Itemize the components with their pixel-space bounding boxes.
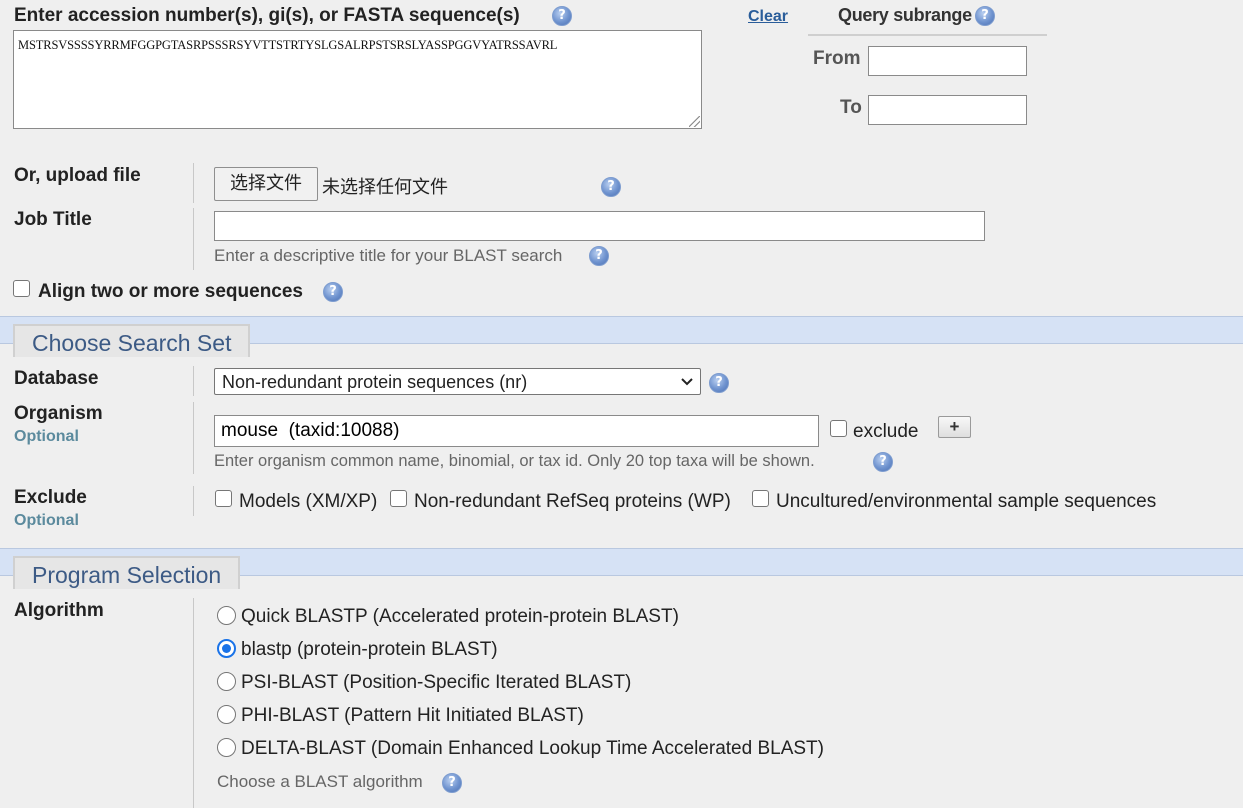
align-two-checkbox[interactable] (13, 280, 30, 297)
algorithm-option-label[interactable]: DELTA-BLAST (Domain Enhanced Lookup Time… (241, 738, 824, 760)
algorithm-option-label[interactable]: PSI-BLAST (Position-Specific Iterated BL… (241, 672, 631, 694)
organism-label: Organism (14, 403, 103, 424)
subrange-title: Query subrange (838, 5, 972, 25)
algorithm-desc: (Accelerated protein-protein BLAST) (372, 606, 679, 627)
algorithm-desc: (Position-Specific Iterated BLAST) (343, 672, 632, 693)
from-input[interactable] (868, 46, 1027, 76)
to-input[interactable] (868, 95, 1027, 125)
algorithm-name: blastp (241, 639, 292, 660)
help-icon[interactable]: ? (873, 452, 893, 472)
from-label: From (813, 48, 861, 69)
divider (193, 486, 194, 516)
algorithm-label: Algorithm (14, 600, 104, 621)
choose-file-button[interactable]: 选择文件 (214, 167, 318, 201)
radio-psi-blast[interactable] (217, 672, 236, 691)
help-icon[interactable]: ? (552, 6, 572, 26)
job-title-label: Job Title (14, 209, 92, 230)
exclude-organism-checkbox[interactable] (830, 420, 847, 437)
to-label: To (840, 97, 862, 118)
help-icon[interactable]: ? (442, 773, 462, 793)
job-title-hint: Enter a descriptive title for your BLAST… (214, 246, 563, 265)
no-file-chosen-text: 未选择任何文件 (322, 177, 448, 198)
clear-link[interactable]: Clear (748, 8, 788, 26)
add-organism-button[interactable]: + (938, 416, 971, 438)
sequence-text: MSTRSVSSSSYRRMFGGPGTASRPSSSRSYVTTSTRTYSL… (18, 38, 558, 52)
exclude-uncultured-label[interactable]: Uncultured/environmental sample sequence… (776, 491, 1156, 513)
algorithm-name: PHI-BLAST (241, 705, 339, 726)
radio-delta-blast[interactable] (217, 738, 236, 757)
help-icon[interactable]: ? (975, 6, 995, 26)
align-two-label[interactable]: Align two or more sequences (38, 281, 303, 303)
organism-hint: Enter organism common name, binomial, or… (214, 452, 815, 470)
algorithm-name: PSI-BLAST (241, 672, 338, 693)
algorithm-option-label[interactable]: PHI-BLAST (Pattern Hit Initiated BLAST) (241, 705, 584, 727)
exclude-refseq-label[interactable]: Non-redundant RefSeq proteins (WP) (414, 491, 731, 513)
upload-label: Or, upload file (14, 165, 141, 186)
algorithm-desc: (protein-protein BLAST) (296, 639, 498, 660)
search-set-heading: Choose Search Set (13, 324, 251, 357)
database-label: Database (14, 368, 99, 389)
algorithm-desc: (Domain Enhanced Lookup Time Accelerated… (370, 738, 824, 759)
radio-blastp[interactable] (217, 639, 236, 658)
subrange-panel: Query subrange ? (808, 0, 1047, 36)
query-label: Enter accession number(s), gi(s), or FAS… (14, 5, 520, 26)
resize-handle-icon[interactable] (689, 116, 700, 127)
exclude-models-label[interactable]: Models (XM/XP) (239, 491, 377, 513)
divider (193, 366, 194, 396)
algorithm-hint: Choose a BLAST algorithm (217, 772, 423, 791)
exclude-organism-label[interactable]: exclude (853, 421, 919, 443)
algorithm-option-label[interactable]: blastp (protein-protein BLAST) (241, 639, 498, 661)
exclude-models-checkbox[interactable] (215, 490, 232, 507)
algorithm-desc: (Pattern Hit Initiated BLAST) (344, 705, 584, 726)
divider (193, 598, 194, 808)
chevron-down-icon (681, 378, 693, 386)
exclude-label: Exclude (14, 487, 87, 508)
radio-phi-blast[interactable] (217, 705, 236, 724)
sequence-textarea[interactable]: MSTRSVSSSSYRRMFGGPGTASRPSSSRSYVTTSTRTYSL… (13, 30, 702, 129)
divider (193, 208, 194, 270)
algorithm-name: DELTA-BLAST (241, 738, 366, 759)
program-selection-heading: Program Selection (13, 556, 241, 589)
exclude-optional: Optional (14, 512, 79, 529)
radio-quick-blastp[interactable] (217, 606, 236, 625)
database-select[interactable]: Non-redundant protein sequences (nr) (214, 368, 701, 395)
organism-optional: Optional (14, 428, 79, 445)
divider (193, 402, 194, 474)
help-icon[interactable]: ? (709, 373, 729, 393)
exclude-refseq-checkbox[interactable] (390, 490, 407, 507)
help-icon[interactable]: ? (589, 246, 609, 266)
help-icon[interactable]: ? (601, 177, 621, 197)
help-icon[interactable]: ? (323, 282, 343, 302)
algorithm-option-label[interactable]: Quick BLASTP (Accelerated protein-protei… (241, 606, 679, 628)
algorithm-name: Quick BLASTP (241, 606, 368, 627)
divider (193, 163, 194, 203)
job-title-input[interactable] (214, 211, 985, 241)
database-select-value: Non-redundant protein sequences (nr) (222, 372, 528, 392)
organism-input[interactable] (214, 415, 819, 447)
exclude-uncultured-checkbox[interactable] (752, 490, 769, 507)
